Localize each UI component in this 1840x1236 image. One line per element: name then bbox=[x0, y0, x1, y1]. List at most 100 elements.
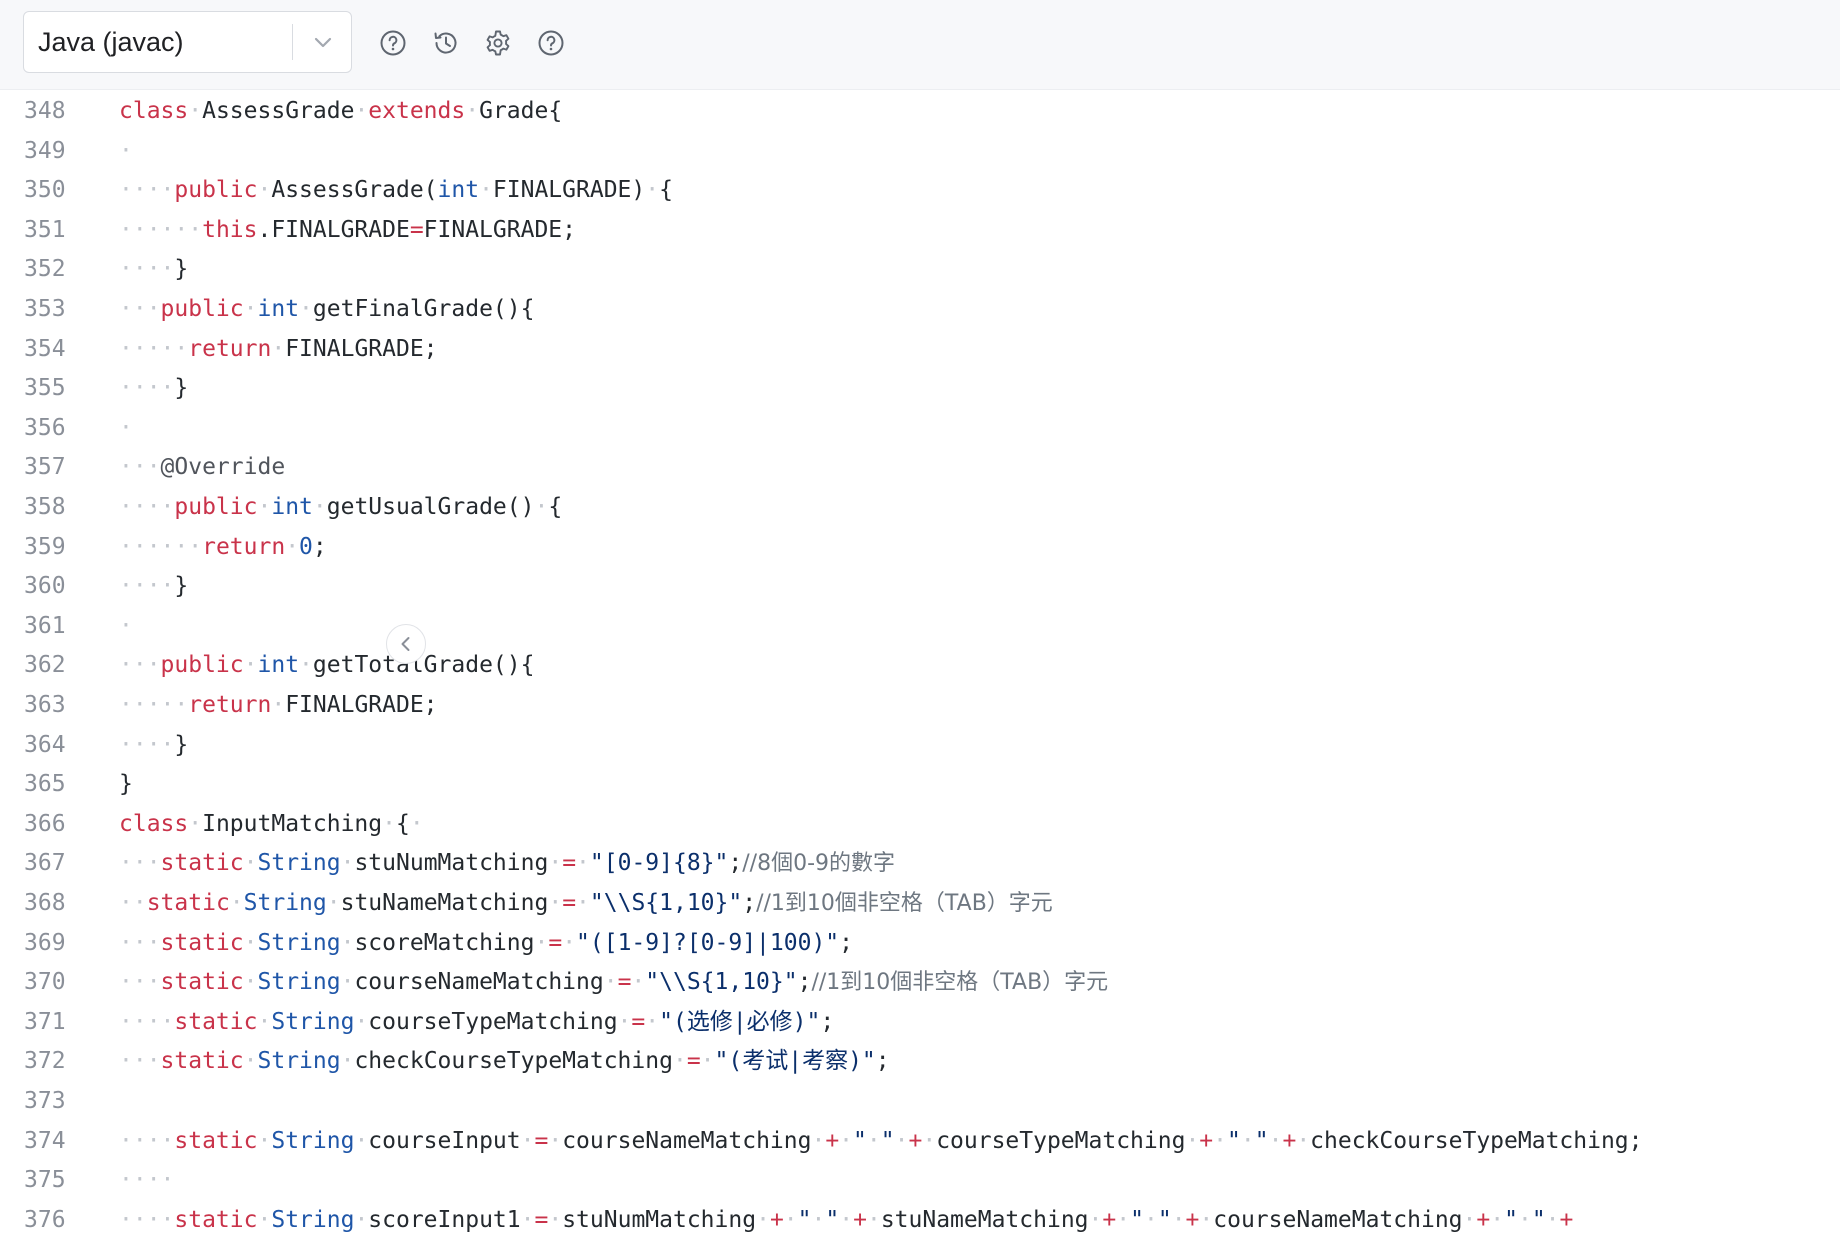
code-line[interactable]: 353 ···public·int·getFinalGrade(){ bbox=[0, 289, 1840, 329]
code-line[interactable]: 375 ···· bbox=[0, 1160, 1840, 1200]
code-line[interactable]: 368 ··static·String·stuNameMatching·=·"\\… bbox=[0, 883, 1840, 923]
code-text: ···static·String·checkCourseTypeMatching… bbox=[119, 1041, 890, 1081]
code-line[interactable]: 366 class·InputMatching·{· bbox=[0, 804, 1840, 844]
code-token: · bbox=[1171, 1206, 1186, 1233]
code-token: " bbox=[1130, 1206, 1144, 1233]
code-editor[interactable]: 348 class·AssessGrade·extends·Grade{349 · 3… bbox=[0, 90, 1840, 1236]
code-line[interactable]: 348 class·AssessGrade·extends·Grade{ bbox=[0, 91, 1840, 131]
select-divider bbox=[292, 24, 293, 60]
code-token: ··· bbox=[119, 296, 161, 322]
code-token: static bbox=[174, 1127, 258, 1154]
code-token: String bbox=[257, 1048, 341, 1075]
code-token: static bbox=[160, 969, 244, 996]
code-token: int bbox=[437, 177, 480, 204]
code-token: public bbox=[160, 652, 244, 679]
code-text: · bbox=[119, 408, 133, 448]
code-token: · bbox=[866, 1127, 881, 1154]
code-token: //1到10個非空格（TAB）字元 bbox=[811, 970, 1109, 996]
code-line[interactable]: 372 ···static·String·checkCourseTypeMatch… bbox=[0, 1041, 1840, 1081]
code-token: · bbox=[811, 1206, 826, 1233]
code-token: = bbox=[562, 850, 577, 877]
code-token: " bbox=[1227, 1127, 1241, 1154]
code-token: courseTypeMatching bbox=[368, 1008, 618, 1035]
code-token: ···· bbox=[119, 573, 175, 600]
code-token: .FINALGRADE bbox=[257, 216, 410, 243]
code-token: · bbox=[1213, 1127, 1228, 1154]
code-line[interactable]: 370 ···static·String·courseNameMatching·=… bbox=[0, 962, 1840, 1002]
history-icon[interactable] bbox=[431, 28, 461, 58]
code-token: · bbox=[299, 296, 313, 322]
line-number: 373 bbox=[24, 1088, 66, 1114]
question-icon[interactable] bbox=[536, 28, 566, 58]
code-line[interactable]: 367 ···static·String·stuNumMatching·=·"[0… bbox=[0, 843, 1840, 883]
editor-toolbar: Java (javac) bbox=[0, 0, 1840, 90]
code-line[interactable]: 374 ····static·String·courseInput·=·cours… bbox=[0, 1121, 1840, 1161]
code-line[interactable]: 364 ····} bbox=[0, 725, 1840, 765]
gear-icon[interactable] bbox=[483, 28, 513, 58]
code-line[interactable]: 362 ···public·int·getTotalGrade(){ bbox=[0, 645, 1840, 685]
code-line[interactable]: 363 ·····return·FINALGRADE; bbox=[0, 685, 1840, 725]
code-text: ······return·0; bbox=[119, 527, 327, 567]
code-token: = bbox=[686, 1048, 701, 1075]
code-token: ···· bbox=[119, 1206, 175, 1233]
code-token: · bbox=[645, 1008, 660, 1035]
code-token: · bbox=[340, 850, 355, 877]
code-text: ··static·String·stuNameMatching·=·"\\S{1… bbox=[119, 883, 1053, 924]
code-token: · bbox=[188, 810, 203, 837]
code-token: · bbox=[257, 177, 272, 204]
code-token: ; bbox=[839, 929, 854, 956]
code-line[interactable]: 369 ···static·String·scoreMatching·=·"([1… bbox=[0, 923, 1840, 963]
code-token: · bbox=[243, 969, 258, 996]
code-token: · bbox=[520, 1206, 535, 1233]
line-number: 350 bbox=[24, 177, 66, 204]
code-line[interactable]: 351 ······this.FINALGRADE=FINALGRADE; bbox=[0, 210, 1840, 250]
code-token: } bbox=[119, 771, 133, 798]
code-line[interactable]: 352 ····} bbox=[0, 249, 1840, 289]
code-token: + bbox=[769, 1206, 784, 1233]
code-text: ···· bbox=[119, 1160, 174, 1200]
line-number: 369 bbox=[24, 929, 66, 956]
code-text: ····} bbox=[119, 566, 188, 606]
code-token: " bbox=[880, 1127, 895, 1154]
code-line[interactable]: 354 ·····return·FINALGRADE; bbox=[0, 329, 1840, 369]
code-line[interactable]: 371 ····static·String·courseTypeMatching·… bbox=[0, 1002, 1840, 1042]
code-token: · bbox=[548, 850, 563, 877]
code-token: · bbox=[1088, 1206, 1103, 1233]
code-token: ····· bbox=[119, 692, 189, 718]
code-token: · bbox=[1517, 1206, 1532, 1233]
code-line[interactable]: 357 ···@Override bbox=[0, 447, 1840, 487]
code-token: · bbox=[1143, 1206, 1158, 1233]
line-number: 371 bbox=[24, 1008, 66, 1035]
help-circle-icon[interactable] bbox=[378, 28, 408, 58]
code-token: · bbox=[257, 494, 272, 520]
code-line[interactable]: 356 · bbox=[0, 408, 1840, 448]
code-line[interactable]: 359 ······return·0; bbox=[0, 527, 1840, 567]
code-token: · bbox=[534, 929, 549, 956]
code-line[interactable]: 373 bbox=[0, 1081, 1840, 1121]
code-token: · bbox=[243, 929, 258, 956]
code-token: · bbox=[257, 1127, 272, 1154]
chevron-down-icon[interactable] bbox=[309, 28, 337, 56]
code-line[interactable]: 355 ····} bbox=[0, 368, 1840, 408]
code-token: public bbox=[174, 494, 258, 520]
code-line[interactable]: 358 ····public·int·getUsualGrade()·{ bbox=[0, 487, 1840, 527]
code-text: ····static·String·scoreInput1·=·stuNumMa… bbox=[119, 1200, 1573, 1236]
code-token: static bbox=[160, 850, 244, 877]
language-select[interactable]: Java (javac) bbox=[23, 11, 352, 73]
code-token: · bbox=[576, 850, 590, 877]
code-line[interactable]: 350 ····public·AssessGrade(int·FINALGRADE… bbox=[0, 170, 1840, 210]
code-token: " bbox=[1531, 1206, 1546, 1233]
line-number: 365 bbox=[24, 771, 66, 798]
code-line[interactable]: 360 ····} bbox=[0, 566, 1840, 606]
collapse-panel-button[interactable] bbox=[386, 624, 426, 664]
code-line[interactable]: 376 ····static·String·scoreInput1·=·stuNu… bbox=[0, 1200, 1840, 1236]
code-token: } bbox=[174, 731, 189, 758]
code-token: checkCourseTypeMatching bbox=[354, 1048, 673, 1075]
code-line[interactable]: 361 · bbox=[0, 606, 1840, 646]
code-token: + bbox=[853, 1206, 867, 1233]
code-token: " bbox=[797, 1206, 812, 1233]
code-line[interactable]: 365} bbox=[0, 764, 1840, 804]
code-token: · bbox=[1268, 1127, 1283, 1154]
code-line[interactable]: 349 · bbox=[0, 131, 1840, 171]
code-token: · bbox=[271, 335, 286, 362]
